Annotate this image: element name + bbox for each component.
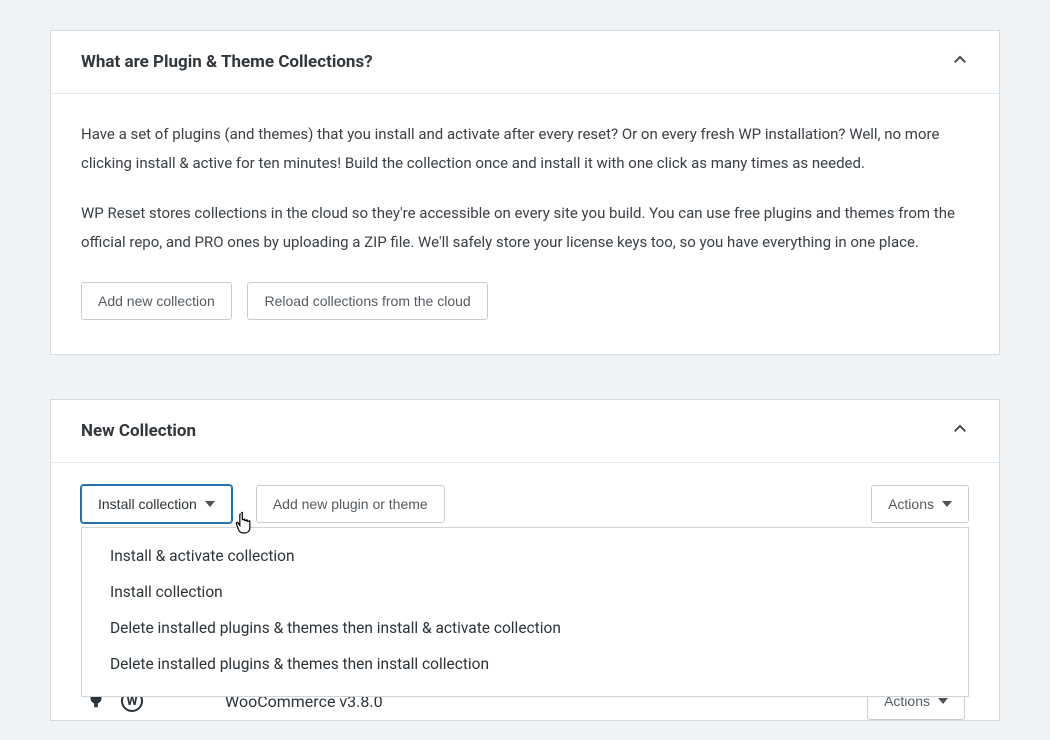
new-collection-panel: New Collection Install collection Add ne… — [50, 399, 1000, 721]
collection-actions-dropdown-button[interactable]: Actions — [871, 485, 969, 523]
caret-down-icon — [205, 501, 215, 507]
panel-title: New Collection — [81, 421, 196, 441]
caret-down-icon — [938, 698, 948, 704]
install-collection-dropdown-button[interactable]: Install collection — [81, 485, 232, 523]
button-label: Actions — [888, 496, 934, 512]
panel-title: What are Plugin & Theme Collections? — [81, 52, 373, 72]
caret-down-icon — [942, 501, 952, 507]
button-label: Install collection — [98, 496, 197, 512]
panel-body: Have a set of plugins (and themes) that … — [51, 94, 999, 354]
panel-body: Install collection Add new plugin or the… — [51, 463, 999, 720]
panel-header[interactable]: What are Plugin & Theme Collections? — [51, 31, 999, 94]
dropdown-item-delete-install-activate[interactable]: Delete installed plugins & themes then i… — [82, 610, 968, 646]
collections-info-panel: What are Plugin & Theme Collections? Hav… — [50, 30, 1000, 355]
dropdown-item-delete-install[interactable]: Delete installed plugins & themes then i… — [82, 646, 968, 682]
dropdown-item-install[interactable]: Install collection — [82, 574, 968, 610]
install-collection-dropdown-menu: Install & activate collection Install co… — [81, 527, 969, 697]
panel-header[interactable]: New Collection — [51, 400, 999, 463]
dropdown-item-install-activate[interactable]: Install & activate collection — [82, 538, 968, 574]
add-plugin-theme-button[interactable]: Add new plugin or theme — [256, 485, 445, 523]
add-new-collection-button[interactable]: Add new collection — [81, 282, 232, 320]
chevron-up-icon — [951, 51, 969, 73]
info-paragraph: Have a set of plugins (and themes) that … — [81, 120, 969, 177]
reload-collections-button[interactable]: Reload collections from the cloud — [247, 282, 487, 320]
toolbar-row: Install collection Add new plugin or the… — [81, 485, 969, 523]
chevron-up-icon — [951, 420, 969, 442]
info-paragraph: WP Reset stores collections in the cloud… — [81, 199, 969, 256]
